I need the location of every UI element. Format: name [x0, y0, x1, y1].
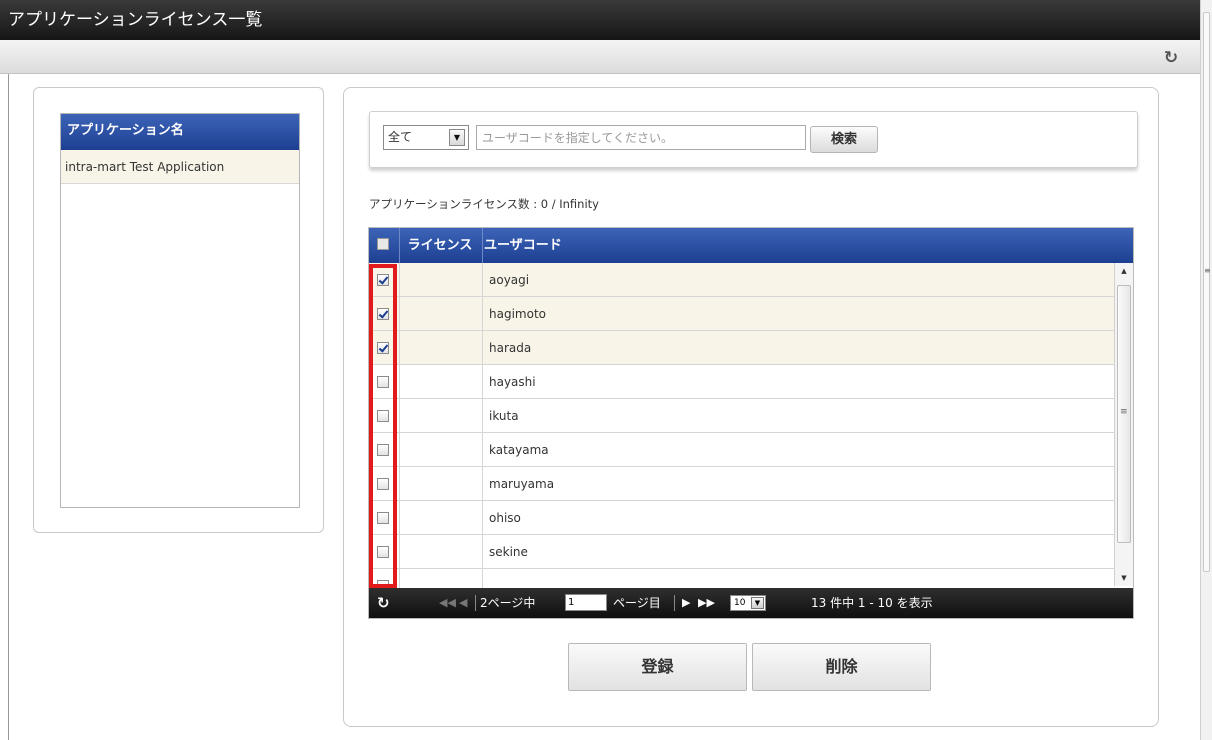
cell-divider [482, 433, 483, 467]
table-row[interactable]: katayama [369, 433, 1114, 467]
scroll-down-arrow-icon[interactable]: ▼ [1115, 570, 1133, 586]
column-header-user-code[interactable]: ユーザコード [483, 228, 562, 263]
table-row[interactable]: ikuta [369, 399, 1114, 433]
delete-button[interactable]: 削除 [752, 643, 931, 691]
page-size-select[interactable]: 10 ▼ [730, 595, 766, 611]
grip-icon: ≡ [1120, 407, 1128, 417]
pager-refresh-icon[interactable]: ↻ [377, 588, 390, 618]
next-page-icon[interactable]: ▶ [682, 588, 690, 618]
grid-scrollbar[interactable]: ▲ ≡ ▼ [1114, 263, 1133, 586]
scrollbar-thumb[interactable] [1203, 12, 1210, 572]
cell-divider [399, 569, 400, 588]
user-code-cell: hagimoto [489, 307, 546, 321]
cell-divider [399, 535, 400, 569]
cell-divider [482, 535, 483, 569]
pager-divider [475, 595, 476, 611]
table-row[interactable]: hagimoto [369, 297, 1114, 331]
scroll-up-arrow-icon[interactable]: ▲ [1115, 263, 1133, 279]
application-item[interactable]: intra-mart Test Application [61, 150, 299, 184]
cell-divider [482, 365, 483, 399]
cell-divider [399, 433, 400, 467]
frame-divider [8, 74, 9, 740]
application-list: アプリケーション名 intra-mart Test Application [60, 113, 300, 508]
cell-divider [399, 467, 400, 501]
scope-select-value: 全て [388, 130, 413, 144]
first-page-icon[interactable]: ◀◀ [439, 588, 456, 618]
scope-select[interactable]: 全て ▼ [383, 125, 469, 150]
grip-icon: ≡ [1204, 266, 1211, 275]
user-code-cell: ikuta [489, 409, 519, 423]
cell-divider [399, 501, 400, 535]
table-row[interactable] [369, 569, 1114, 588]
search-bar: 全て ▼ 検索 [369, 111, 1138, 168]
table-row[interactable]: sekine [369, 535, 1114, 569]
checkbox-column-highlight [369, 264, 397, 588]
user-code-cell: aoyagi [489, 273, 530, 287]
dropdown-arrow-icon[interactable]: ▼ [449, 129, 465, 146]
cell-divider [482, 297, 483, 331]
select-all-checkbox[interactable] [377, 238, 389, 250]
pager-summary: 13 件中 1 - 10 を表示 [811, 596, 933, 610]
page-size-value: 10 [734, 598, 746, 608]
application-list-header: アプリケーション名 [61, 114, 299, 150]
table-row[interactable]: maruyama [369, 467, 1114, 501]
cell-divider [482, 399, 483, 433]
cell-divider [399, 331, 400, 365]
cell-divider [399, 263, 400, 297]
cell-divider [399, 399, 400, 433]
page-suffix-label: ページ目 [613, 596, 661, 610]
page-scrollbar[interactable]: ≡ [1200, 0, 1212, 740]
cell-divider [399, 365, 400, 399]
license-count: アプリケーションライセンス数 : 0 / Infinity [369, 197, 599, 211]
cell-divider [482, 467, 483, 501]
dropdown-arrow-icon[interactable]: ▼ [751, 597, 764, 609]
cell-divider [482, 501, 483, 535]
register-button[interactable]: 登録 [568, 643, 747, 691]
user-code-cell: hayashi [489, 375, 536, 389]
page-number-input[interactable] [565, 594, 607, 611]
user-license-grid: ライセンス ユーザコード aoyagi hagimoto harada haya… [368, 227, 1134, 619]
grid-header: ライセンス ユーザコード [369, 228, 1133, 263]
user-code-cell: katayama [489, 443, 549, 457]
table-row[interactable]: ohiso [369, 501, 1114, 535]
toolbar: ↻ [0, 40, 1200, 74]
table-row[interactable]: aoyagi [369, 263, 1114, 297]
search-button[interactable]: 検索 [810, 126, 878, 153]
last-page-icon[interactable]: ▶▶ [698, 588, 715, 618]
user-code-input[interactable] [476, 125, 806, 150]
user-code-cell: maruyama [489, 477, 555, 491]
column-header-license[interactable]: ライセンス [400, 228, 480, 263]
cell-divider [482, 569, 483, 588]
refresh-icon[interactable]: ↻ [1162, 49, 1180, 67]
user-code-cell: ohiso [489, 511, 521, 525]
window-title: アプリケーションライセンス一覧 [0, 0, 1200, 40]
cell-divider [399, 297, 400, 331]
grid-body: aoyagi hagimoto harada hayashi ikuta kat… [369, 263, 1114, 588]
cell-divider [482, 331, 483, 365]
previous-page-icon[interactable]: ◀ [459, 588, 467, 618]
cell-divider [482, 263, 483, 297]
table-row[interactable]: hayashi [369, 365, 1114, 399]
page-count-label: 2ページ中 [480, 596, 536, 610]
user-code-cell: sekine [489, 545, 528, 559]
user-code-cell: harada [489, 341, 532, 355]
pager-divider [674, 595, 675, 611]
table-row[interactable]: harada [369, 331, 1114, 365]
pager: ↻ ◀◀ ◀ 2ページ中 ページ目 ▶ ▶▶ 10 ▼ 13 件中 1 - 10… [369, 588, 1133, 618]
